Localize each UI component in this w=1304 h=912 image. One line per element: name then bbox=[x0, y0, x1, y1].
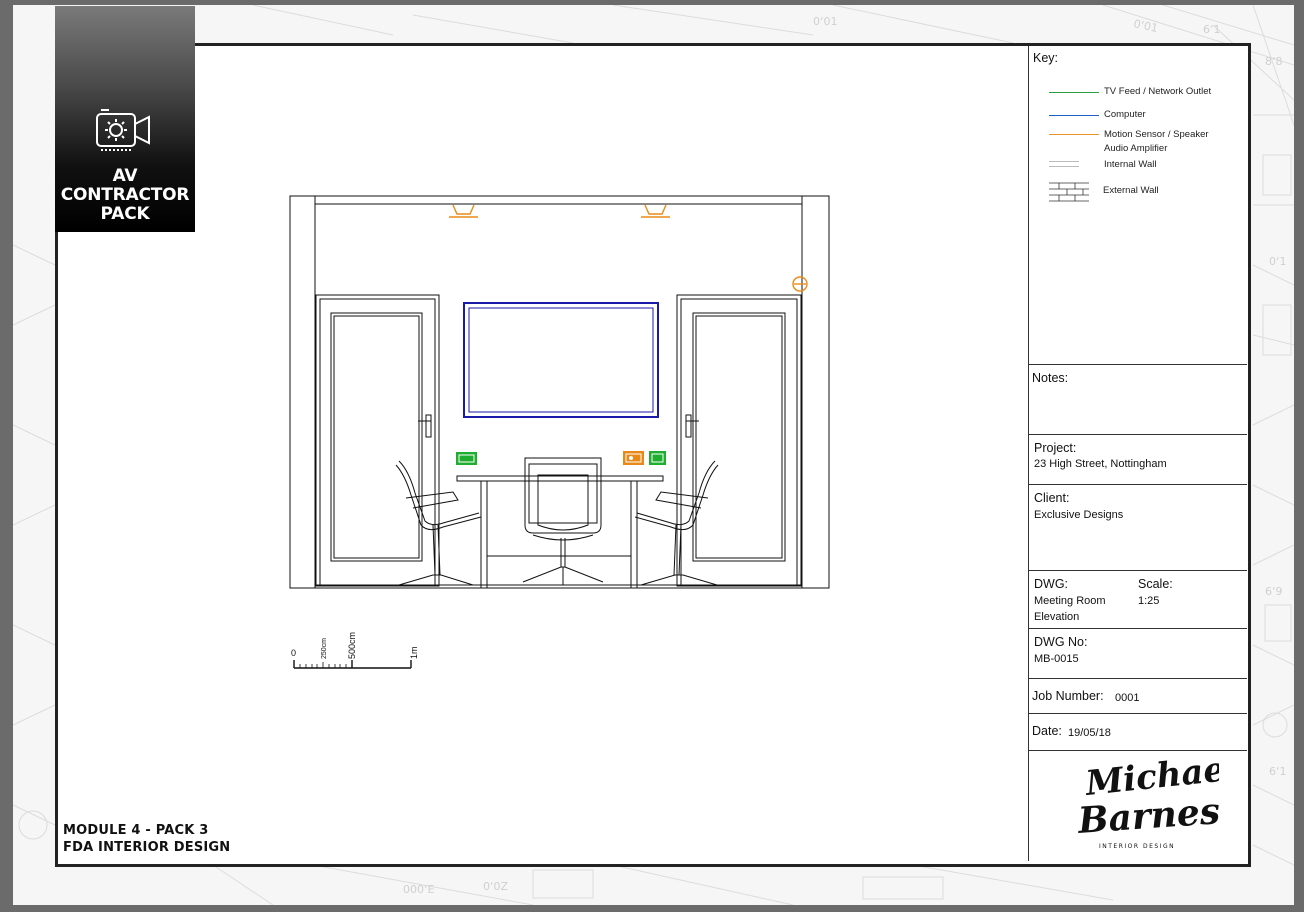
project-section: Project: 23 High Street, Nottingham bbox=[1029, 434, 1247, 485]
camera-gear-icon bbox=[96, 109, 150, 151]
scale-label: Scale: bbox=[1138, 577, 1173, 591]
tv-screen bbox=[463, 302, 659, 418]
project-label: Project: bbox=[1034, 441, 1077, 455]
key-amplifier-label: Audio Amplifier bbox=[1104, 143, 1168, 154]
scale-tick-500: 500cm bbox=[347, 632, 357, 659]
key-swatch-internal-wall bbox=[1049, 161, 1079, 162]
date-section: Date: 19/05/18 bbox=[1029, 713, 1247, 751]
key-swatch-computer bbox=[1049, 115, 1099, 116]
key-swatch-tv bbox=[1049, 92, 1099, 93]
left-door-glass bbox=[330, 312, 423, 562]
michael-barnes-logo: Michael Barnes INTERIOR DESIGN bbox=[1076, 759, 1219, 850]
notes-section: Notes: bbox=[1029, 364, 1247, 435]
date-value: 19/05/18 bbox=[1068, 727, 1111, 739]
av-contractor-badge: AV CONTRACTOR PACK bbox=[55, 6, 195, 232]
centre-chair bbox=[522, 457, 604, 585]
dwg-label: DWG: bbox=[1034, 577, 1069, 591]
key-swatch-sensor bbox=[1049, 134, 1099, 135]
module-caption: MODULE 4 - PACK 3 FDA INTERIOR DESIGN bbox=[63, 822, 230, 856]
date-label: Date: bbox=[1032, 724, 1062, 738]
key-computer-label: Computer bbox=[1104, 109, 1146, 120]
badge-line-1: AV bbox=[112, 166, 138, 186]
motion-sensor bbox=[792, 276, 808, 292]
job-number-label: Job Number: bbox=[1032, 689, 1104, 703]
right-door-glass bbox=[692, 312, 786, 562]
drawing-sheet: 0‘01 6‘1 8‘8 0‘1 6‘9 6‘1 000‘E 0‘0Z 0‘01 bbox=[13, 5, 1294, 905]
svg-text:6‘1: 6‘1 bbox=[1203, 23, 1221, 36]
key-tv-label: TV Feed / Network Outlet bbox=[1104, 86, 1212, 97]
scale-value: 1:25 bbox=[1138, 595, 1160, 607]
dwg-value-line-1: Meeting Room bbox=[1034, 595, 1106, 607]
tv-network-outlet-right bbox=[649, 451, 666, 465]
job-number-value: 0001 bbox=[1115, 692, 1140, 704]
svg-text:0‘1: 0‘1 bbox=[1269, 255, 1287, 268]
badge-line-3: PACK bbox=[100, 204, 150, 224]
room-outline bbox=[289, 195, 830, 589]
key-sensor-label: Motion Sensor / Speaker bbox=[1104, 129, 1209, 140]
svg-text:8‘8: 8‘8 bbox=[1265, 55, 1283, 68]
left-door-handle bbox=[425, 414, 432, 438]
dwg-section: DWG: Meeting Room Elevation Scale: 1:25 bbox=[1029, 570, 1247, 629]
svg-text:6‘9: 6‘9 bbox=[1265, 585, 1283, 598]
client-value: Exclusive Designs bbox=[1034, 509, 1124, 521]
dwg-no-label: DWG No: bbox=[1034, 635, 1088, 649]
svg-text:0‘01: 0‘01 bbox=[1132, 17, 1159, 35]
notes-label: Notes: bbox=[1032, 371, 1069, 385]
badge-line-2: CONTRACTOR bbox=[60, 185, 190, 205]
client-section: Client: Exclusive Designs bbox=[1029, 484, 1247, 571]
module-line-2: FDA INTERIOR DESIGN bbox=[63, 840, 231, 855]
dwg-no-value: MB-0015 bbox=[1034, 653, 1079, 665]
title-block: Key: TV Feed / Network Outlet Computer M… bbox=[1028, 46, 1247, 861]
client-label: Client: bbox=[1034, 491, 1070, 505]
audio-amplifier-outlet bbox=[623, 451, 644, 465]
job-number-section: Job Number: 0001 bbox=[1029, 678, 1247, 714]
logo-line-2: Barnes bbox=[1076, 790, 1219, 842]
scale-bar bbox=[293, 660, 412, 669]
key-swatch-external-wall bbox=[1049, 182, 1089, 202]
key-label: Key: bbox=[1033, 51, 1059, 65]
logo-section: Michael Barnes INTERIOR DESIGN bbox=[1029, 750, 1247, 862]
logo-tagline: INTERIOR DESIGN bbox=[1099, 843, 1175, 850]
scale-tick-0: 0 bbox=[291, 648, 296, 658]
project-value: 23 High Street, Nottingham bbox=[1034, 458, 1167, 470]
key-internal-wall-label: Internal Wall bbox=[1104, 159, 1157, 170]
ceiling-speakers bbox=[449, 204, 670, 218]
right-door-handle bbox=[685, 414, 692, 438]
meeting-table-top bbox=[456, 475, 664, 482]
svg-text:6‘1: 6‘1 bbox=[1269, 765, 1287, 778]
scale-tick-1m: 1m bbox=[409, 646, 419, 659]
tv-network-outlet-left bbox=[456, 452, 477, 465]
scale-tick-250: 250cm bbox=[321, 638, 328, 659]
dwg-value-line-2: Elevation bbox=[1034, 611, 1080, 623]
dwg-no-section: DWG No: MB-0015 bbox=[1029, 628, 1247, 679]
module-line-1: MODULE 4 - PACK 3 bbox=[63, 823, 209, 838]
key-external-wall-label: External Wall bbox=[1103, 185, 1159, 196]
key-section: Key: TV Feed / Network Outlet Computer M… bbox=[1029, 46, 1247, 364]
